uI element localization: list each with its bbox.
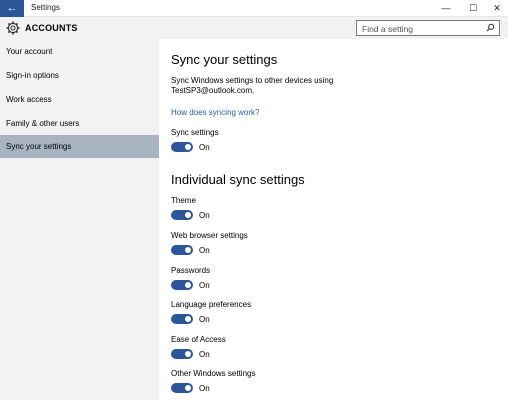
- web-browser-settings-toggle[interactable]: [171, 245, 193, 255]
- toggle-knob: [185, 351, 191, 357]
- minimize-button[interactable]: —: [433, 0, 459, 17]
- individual-sync-title: Individual sync settings: [171, 172, 305, 187]
- main-panel: Sync your settings Sync Windows settings…: [159, 39, 508, 400]
- close-button[interactable]: ✕: [484, 0, 508, 17]
- passwords-toggle[interactable]: [171, 280, 193, 290]
- language-preferences-label: Language preferences: [171, 300, 252, 309]
- language-preferences-state: On: [199, 315, 210, 324]
- title-bar: ← Settings — ☐ ✕: [0, 0, 508, 17]
- sidebar-item-sync-your-settings[interactable]: Sync your settings: [0, 135, 159, 158]
- toggle-knob: [185, 144, 191, 150]
- header-bar: ACCOUNTS Find a setting: [0, 17, 508, 39]
- gear-icon: [6, 21, 20, 35]
- back-button[interactable]: ←: [0, 0, 24, 17]
- web-browser-settings-state: On: [199, 246, 210, 255]
- back-arrow-icon: ←: [6, 2, 18, 14]
- search-icon[interactable]: [486, 23, 495, 32]
- minimize-icon: —: [441, 3, 451, 13]
- toggle-knob: [185, 247, 191, 253]
- toggle-knob: [185, 385, 191, 391]
- toggle-knob: [185, 316, 191, 322]
- toggle-knob: [185, 212, 191, 218]
- sync-settings-state: On: [199, 143, 210, 152]
- section-title: ACCOUNTS: [25, 23, 78, 33]
- maximize-button[interactable]: ☐: [460, 0, 486, 17]
- ease-of-access-label: Ease of Access: [171, 335, 226, 344]
- sidebar-item-your-account[interactable]: Your account: [0, 40, 159, 63]
- sidebar-item-sign-in-options[interactable]: Sign-in options: [0, 64, 159, 87]
- theme-state: On: [199, 211, 210, 220]
- theme-toggle[interactable]: [171, 210, 193, 220]
- sync-description-line-2: TestSP3@outlook.com.: [171, 86, 255, 95]
- page-title: Sync your settings: [171, 52, 278, 67]
- theme-label: Theme: [171, 196, 196, 205]
- other-windows-settings-state: On: [199, 384, 210, 393]
- toggle-knob: [185, 282, 191, 288]
- other-windows-settings-toggle[interactable]: [171, 383, 193, 393]
- passwords-state: On: [199, 281, 210, 290]
- sidebar-item-work-access[interactable]: Work access: [0, 88, 159, 111]
- ease-of-access-state: On: [199, 350, 210, 359]
- other-windows-settings-label: Other Windows settings: [171, 369, 256, 378]
- sync-settings-label: Sync settings: [171, 128, 219, 137]
- sidebar: Your account Sign-in options Work access…: [0, 39, 159, 400]
- close-icon: ✕: [493, 3, 501, 13]
- ease-of-access-toggle[interactable]: [171, 349, 193, 359]
- passwords-label: Passwords: [171, 266, 211, 275]
- sync-settings-toggle[interactable]: [171, 142, 193, 152]
- language-preferences-toggle[interactable]: [171, 314, 193, 324]
- search-placeholder: Find a setting: [362, 24, 414, 34]
- sync-description-line-1: Sync Windows settings to other devices u…: [171, 76, 334, 85]
- sidebar-item-family-other-users[interactable]: Family & other users: [0, 112, 159, 135]
- maximize-icon: ☐: [468, 3, 478, 13]
- how-does-syncing-work-link[interactable]: How does syncing work?: [171, 108, 259, 117]
- web-browser-settings-label: Web browser settings: [171, 231, 248, 240]
- search-input[interactable]: Find a setting: [356, 20, 500, 36]
- window-title: Settings: [31, 3, 60, 12]
